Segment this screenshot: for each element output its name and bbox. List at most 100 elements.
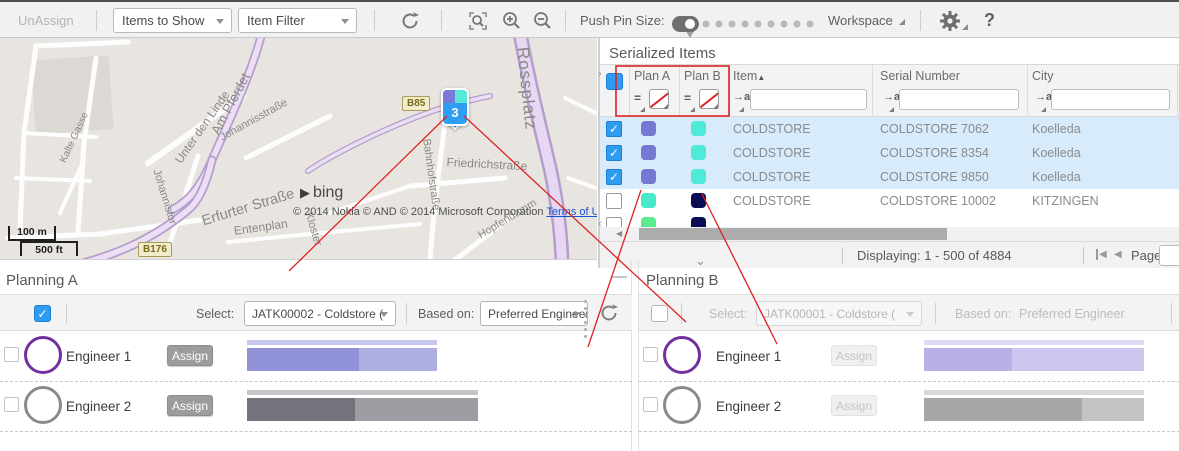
planning-b-job-dropdown[interactable]: JATK00001 - Coldstore (	[756, 301, 922, 326]
zoom-out-icon[interactable]	[531, 9, 555, 33]
serial-cell: COLDSTORE 7062	[880, 122, 989, 136]
engineer-checkbox[interactable]	[4, 397, 19, 412]
engineer-checkbox[interactable]	[4, 347, 19, 362]
refresh-planning-a-icon[interactable]	[598, 302, 620, 324]
item-cell: COLDSTORE	[733, 146, 811, 160]
items-to-show-dropdown[interactable]: Items to Show	[113, 8, 232, 33]
first-page-button[interactable]: ◀	[1096, 249, 1107, 260]
schedule-bar-strip	[924, 340, 1144, 345]
row-checkbox[interactable]	[606, 193, 622, 209]
scrollbar-thumb[interactable]	[639, 228, 947, 240]
assign-button[interactable]: Assign	[167, 345, 213, 366]
row-checkbox[interactable]	[606, 217, 622, 227]
based-on-label: Based on:	[418, 307, 474, 321]
pushpin-body: 3	[441, 88, 469, 126]
select-label: Select:	[709, 307, 747, 321]
assign-button[interactable]: Assign	[831, 345, 877, 366]
row-checkbox[interactable]	[606, 145, 622, 161]
column-divider	[729, 65, 730, 118]
gear-icon[interactable]	[938, 9, 962, 33]
engineer-name: Engineer 1	[716, 349, 781, 364]
engineer-row[interactable]: Engineer 1 Assign	[0, 332, 632, 382]
filter-operator-equals-icon[interactable]: =	[634, 91, 641, 105]
schedule-bar[interactable]	[247, 390, 478, 421]
engineer-checkbox[interactable]	[643, 397, 658, 412]
filter-text-icon[interactable]: →a	[1035, 91, 1052, 103]
city-cell: Koelleda	[1032, 146, 1081, 160]
table-row[interactable]: COLDSTORE COLDSTORE 9850 Koelleda	[600, 165, 1179, 189]
panel-expand-icon[interactable]: ›	[598, 68, 602, 80]
planning-a-panel: Planning A Select: JATK00002 - Coldstore…	[0, 260, 632, 451]
corner-arrow-icon	[899, 19, 905, 25]
map-pushpin-cluster[interactable]: 3	[441, 88, 469, 138]
toolbar-separator	[374, 10, 375, 31]
pushpin-plan-a-color	[443, 90, 455, 103]
table-row[interactable]: COLDSTORE COLDSTORE 7062 Koelleda	[600, 117, 1179, 141]
road-badge-b85: B85	[402, 96, 430, 111]
assign-button[interactable]: Assign	[167, 395, 213, 416]
engineer-row[interactable]: Engineer 2 Assign	[0, 382, 632, 432]
help-button[interactable]: ?	[984, 10, 995, 31]
schedule-bar[interactable]	[924, 340, 1144, 371]
item-filter-dropdown[interactable]: Item Filter	[238, 8, 357, 33]
engineer-checkbox[interactable]	[643, 347, 658, 362]
chevron-down-icon	[572, 312, 580, 317]
select-all-checkbox[interactable]	[606, 73, 623, 90]
column-divider	[872, 65, 873, 118]
table-header: Plan A Plan B Item▲ Serial Number City C…	[600, 64, 1179, 117]
engineer-name: Engineer 2	[716, 399, 781, 414]
plan-b-color-swatch	[691, 121, 706, 136]
separator	[935, 303, 936, 324]
schedule-bar[interactable]	[247, 340, 437, 371]
workspace-menu[interactable]: Workspace	[828, 13, 905, 28]
push-pin-size-slider[interactable]	[668, 8, 816, 40]
filter-operator-equals-icon[interactable]: =	[684, 91, 691, 105]
planning-a-active-checkbox[interactable]	[34, 305, 51, 322]
horizontal-scrollbar[interactable]: ◀	[600, 227, 1179, 241]
engineer-row[interactable]: Engineer 1 Assign	[639, 332, 1179, 382]
column-header-serial-number[interactable]: Serial Number	[880, 69, 960, 83]
pushpin-count: 3	[443, 105, 467, 120]
assign-button[interactable]: Assign	[831, 395, 877, 416]
engineer-avatar	[24, 386, 62, 424]
planning-a-job-dropdown[interactable]: JATK00002 - Coldstore (	[244, 301, 396, 326]
scroll-left-icon[interactable]: ◀	[616, 229, 622, 238]
column-header-city[interactable]: City	[1032, 69, 1054, 83]
zoom-to-fit-icon[interactable]	[466, 9, 490, 33]
table-row[interactable]: COLDSTORE COLDSTORE 10002 KITZINGEN	[600, 189, 1179, 213]
prev-page-button[interactable]: ◀	[1114, 249, 1122, 260]
filter-text-icon[interactable]: →a	[883, 91, 900, 103]
city-cell: Koelleda	[1032, 170, 1081, 184]
unassign-button[interactable]: UnAssign	[18, 13, 74, 28]
zoom-in-icon[interactable]	[500, 9, 524, 33]
terms-of-use-link[interactable]: Terms of Use	[546, 206, 597, 218]
planning-b-active-checkbox[interactable]	[651, 305, 668, 322]
select-label: Select:	[196, 307, 234, 321]
item-filter-input[interactable]	[750, 89, 867, 110]
column-header-item[interactable]: Item▲	[733, 69, 765, 83]
serial-number-filter-input[interactable]	[899, 89, 1019, 110]
column-header-plan-a[interactable]: Plan A	[634, 69, 670, 83]
table-row[interactable]	[600, 213, 1179, 227]
refresh-map-icon[interactable]	[399, 10, 421, 32]
corner-arrow-icon	[663, 104, 668, 109]
row-checkbox[interactable]	[606, 121, 622, 137]
schedule-bar-segment	[247, 398, 355, 421]
planning-a-based-on-dropdown[interactable]: Preferred Engineer	[480, 301, 588, 326]
row-checkbox[interactable]	[606, 169, 622, 185]
engineer-name: Engineer 2	[66, 399, 131, 414]
table-row[interactable]: COLDSTORE COLDSTORE 8354 Koelleda	[600, 141, 1179, 165]
bing-map[interactable]: Unter den Linde Am Pferdet Johannisstraß…	[0, 38, 597, 260]
serialized-items-panel: Serialized Items Plan A Plan B Item▲ Ser…	[598, 38, 1179, 268]
city-cell: Koelleda	[1032, 122, 1081, 136]
schedule-bar[interactable]	[924, 390, 1144, 421]
plan-a-color-swatch	[641, 169, 656, 184]
sort-ascending-icon: ▲	[757, 73, 765, 82]
filter-text-icon[interactable]: →a	[733, 91, 750, 103]
map-roads	[0, 38, 597, 260]
city-filter-input[interactable]	[1051, 89, 1170, 110]
engineer-avatar	[24, 336, 62, 374]
engineer-row[interactable]: Engineer 2 Assign	[639, 382, 1179, 432]
column-header-plan-b[interactable]: Plan B	[684, 69, 721, 83]
panel-collapse-icon[interactable]: ‹	[598, 218, 602, 230]
